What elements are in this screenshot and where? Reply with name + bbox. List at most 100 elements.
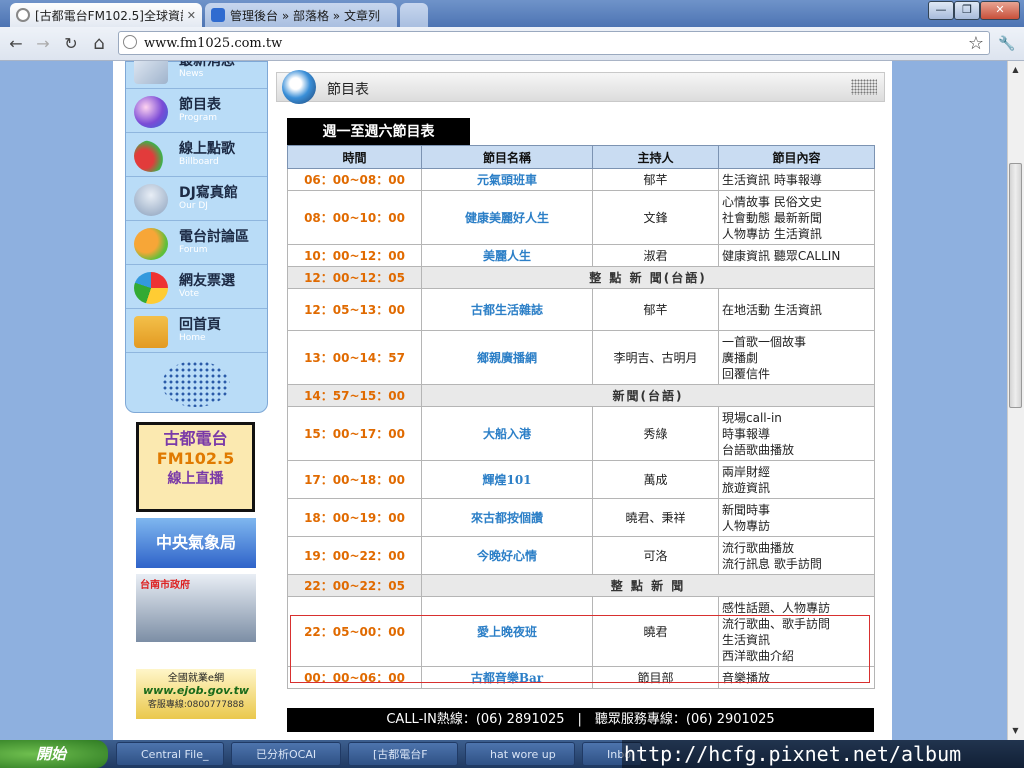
sidebar-item-label: 節目表	[179, 97, 221, 113]
sidebar-item-forum[interactable]: 電台討論區 Forum	[126, 222, 267, 265]
live-banner-line2: FM102.5	[156, 449, 235, 468]
host-cell: 郁芊	[592, 168, 719, 191]
time-cell: 15：00~17：00	[287, 406, 422, 461]
time-cell: 12：05~13：00	[287, 288, 422, 331]
time-cell: 22：00~22：05	[287, 574, 422, 597]
decorative-dots	[162, 361, 230, 407]
program-link[interactable]: 鄉親廣播網	[421, 330, 593, 385]
host-cell: 秀綠	[592, 406, 719, 461]
live-stream-banner[interactable]: 古都電台 FM102.5 線上直播	[136, 422, 255, 512]
program-link[interactable]: 健康美麗好人生	[421, 190, 593, 245]
live-banner-line1: 古都電台	[163, 429, 228, 448]
content-cell: 心情故事 民俗文史 社會動態 最新新聞 人物專訪 生活資訊	[718, 190, 875, 245]
sidebar-item-billboard[interactable]: 線上點歌 Billboard	[126, 134, 267, 177]
taskbar-item[interactable]: [古都電台F	[348, 742, 458, 766]
host-cell: 可洛	[592, 536, 719, 575]
column-header: 節目名稱	[421, 145, 593, 169]
table-row: 10：00~12：00 美麗人生 淑君 健康資訊 聽眾CALLIN	[287, 244, 875, 267]
host-cell: 曉君、秉祥	[592, 498, 719, 537]
program-link[interactable]: 元氣頭班車	[421, 168, 593, 191]
content-line: 台語歌曲播放	[722, 442, 795, 457]
table-row: 12：05~13：00 古都生活雜誌 郁芊 在地活動 生活資訊	[287, 288, 875, 331]
wrench-menu-icon[interactable]: 🔧	[996, 33, 1018, 55]
content-cell: 新聞時事 人物專訪	[718, 498, 875, 537]
sidebar-item-home[interactable]: 回首頁 Home	[126, 310, 267, 353]
sidebar-item-sublabel: Home	[179, 333, 206, 343]
time-cell: 14：57~15：00	[287, 384, 422, 407]
web-page: 最新消息 News 節目表 Program 線上點歌 Billboard DJ寫…	[0, 61, 1007, 740]
sidebar-item-sublabel: Program	[179, 113, 217, 123]
ejob-banner[interactable]: 全國就業e網 www.ejob.gov.tw 客服專線:0800777888	[136, 669, 256, 719]
scroll-down-icon[interactable]: ▼	[1008, 723, 1023, 738]
table-row: 22：00~22：05 整 點 新 聞	[287, 574, 875, 597]
sidebar-item-program[interactable]: 節目表 Program	[126, 90, 267, 133]
content-cell: 現場call-in 時事報導 台語歌曲播放	[718, 406, 875, 461]
program-link[interactable]: 大船入港	[421, 406, 593, 461]
time-cell: 08：00~10：00	[287, 190, 422, 245]
tab-fm1025[interactable]: [古都電台FM102.5]全球資訊 ✕	[10, 3, 202, 27]
program-link[interactable]: 古都生活雜誌	[421, 288, 593, 331]
scrollbar-thumb[interactable]	[1009, 163, 1022, 408]
time-cell: 13：00~14：57	[287, 330, 422, 385]
close-tab-icon[interactable]: ✕	[187, 9, 196, 22]
sidebar-item-news[interactable]: 最新消息 News	[126, 61, 267, 89]
taskbar-item[interactable]: Central File_	[116, 742, 224, 766]
content-line: 人物專訪 生活資訊	[722, 226, 822, 241]
tainan-city-banner[interactable]: 台南市政府	[136, 574, 256, 642]
content-cell: 一首歌一個故事 廣播劇 回覆信件	[718, 330, 875, 385]
news-cell: 整 點 新 聞(台語)	[421, 266, 875, 289]
content-cell: 兩岸財經 旅遊資訊	[718, 460, 875, 499]
sidebar-item-vote[interactable]: 網友票選 Vote	[126, 266, 267, 309]
blog-favicon-icon	[211, 8, 225, 22]
restore-icon[interactable]: ❐	[954, 1, 980, 20]
scroll-up-icon[interactable]: ▲	[1008, 62, 1023, 77]
start-button[interactable]: 開始	[0, 740, 108, 768]
sidebar-item-sublabel: Our DJ	[179, 201, 208, 211]
table-row: 08：00~10：00 健康美麗好人生 文鋒 心情故事 民俗文史 社會動態 最新新聞 人物…	[287, 190, 875, 245]
back-icon[interactable]: ←	[5, 33, 27, 55]
weather-bureau-banner[interactable]: 中央氣象局	[136, 518, 256, 568]
host-cell: 萬成	[592, 460, 719, 499]
news-cell: 新聞(台語)	[421, 384, 875, 407]
page-info-icon[interactable]	[123, 35, 137, 49]
home-icon[interactable]: ⌂	[88, 33, 110, 55]
content-line: 現場call-in	[722, 410, 782, 425]
content-line: 回覆信件	[722, 366, 771, 381]
bookmark-star-icon[interactable]: ☆	[965, 33, 987, 55]
column-header: 節目內容	[718, 145, 875, 169]
tab-label: [古都電台FM102.5]全球資訊	[35, 8, 183, 23]
newspaper-icon	[134, 61, 168, 84]
time-cell: 17：00~18：00	[287, 460, 422, 499]
time-cell: 18：00~19：00	[287, 498, 422, 537]
program-link[interactable]: 今晚好心情	[421, 536, 593, 575]
table-row: 13：00~14：57 鄉親廣播網 李明吉、古明月 一首歌一個故事 廣播劇 回覆信件	[287, 330, 875, 385]
sidebar-item-dj[interactable]: DJ寫真館 Our DJ	[126, 178, 267, 221]
live-banner-body: 古都電台 FM102.5 線上直播	[139, 425, 252, 509]
tab-label: 管理後台 » 部落格 » 文章列	[230, 8, 380, 23]
highlight-box	[290, 615, 870, 683]
reload-icon[interactable]: ↻	[60, 33, 82, 55]
grip-icon	[851, 79, 877, 95]
content-line: 新聞時事	[722, 502, 771, 517]
taskbar-item[interactable]: hat wore up	[465, 742, 575, 766]
table-row: 14：57~15：00 新聞(台語)	[287, 384, 875, 407]
content-cell: 流行歌曲播放 流行訊息 歌手訪問	[718, 536, 875, 575]
minimize-icon[interactable]: —	[928, 1, 954, 20]
program-globe-icon	[134, 96, 168, 128]
program-link[interactable]: 美麗人生	[421, 244, 593, 267]
host-cell: 李明吉、古明月	[592, 330, 719, 385]
content-line: 生活資訊 時事報導	[722, 172, 822, 187]
tab-admin[interactable]: 管理後台 » 部落格 » 文章列	[205, 3, 397, 27]
page-title: 節目表	[327, 82, 369, 98]
url-text: www.fm1025.com.tw	[144, 36, 283, 51]
forward-icon[interactable]: →	[32, 33, 54, 55]
new-tab-icon[interactable]	[400, 3, 428, 27]
watermark-text: http://hcfg.pixnet.net/album	[622, 740, 1024, 768]
music-note-icon	[134, 140, 168, 172]
program-link[interactable]: 來古都按個讚	[421, 498, 593, 537]
close-window-icon[interactable]: ✕	[980, 1, 1020, 20]
chat-bubble-icon	[134, 228, 168, 260]
taskbar-item[interactable]: 已分析OCAI	[231, 742, 341, 766]
program-link[interactable]: 輝煌101	[421, 460, 593, 499]
content-cell: 生活資訊 時事報導	[718, 168, 875, 191]
